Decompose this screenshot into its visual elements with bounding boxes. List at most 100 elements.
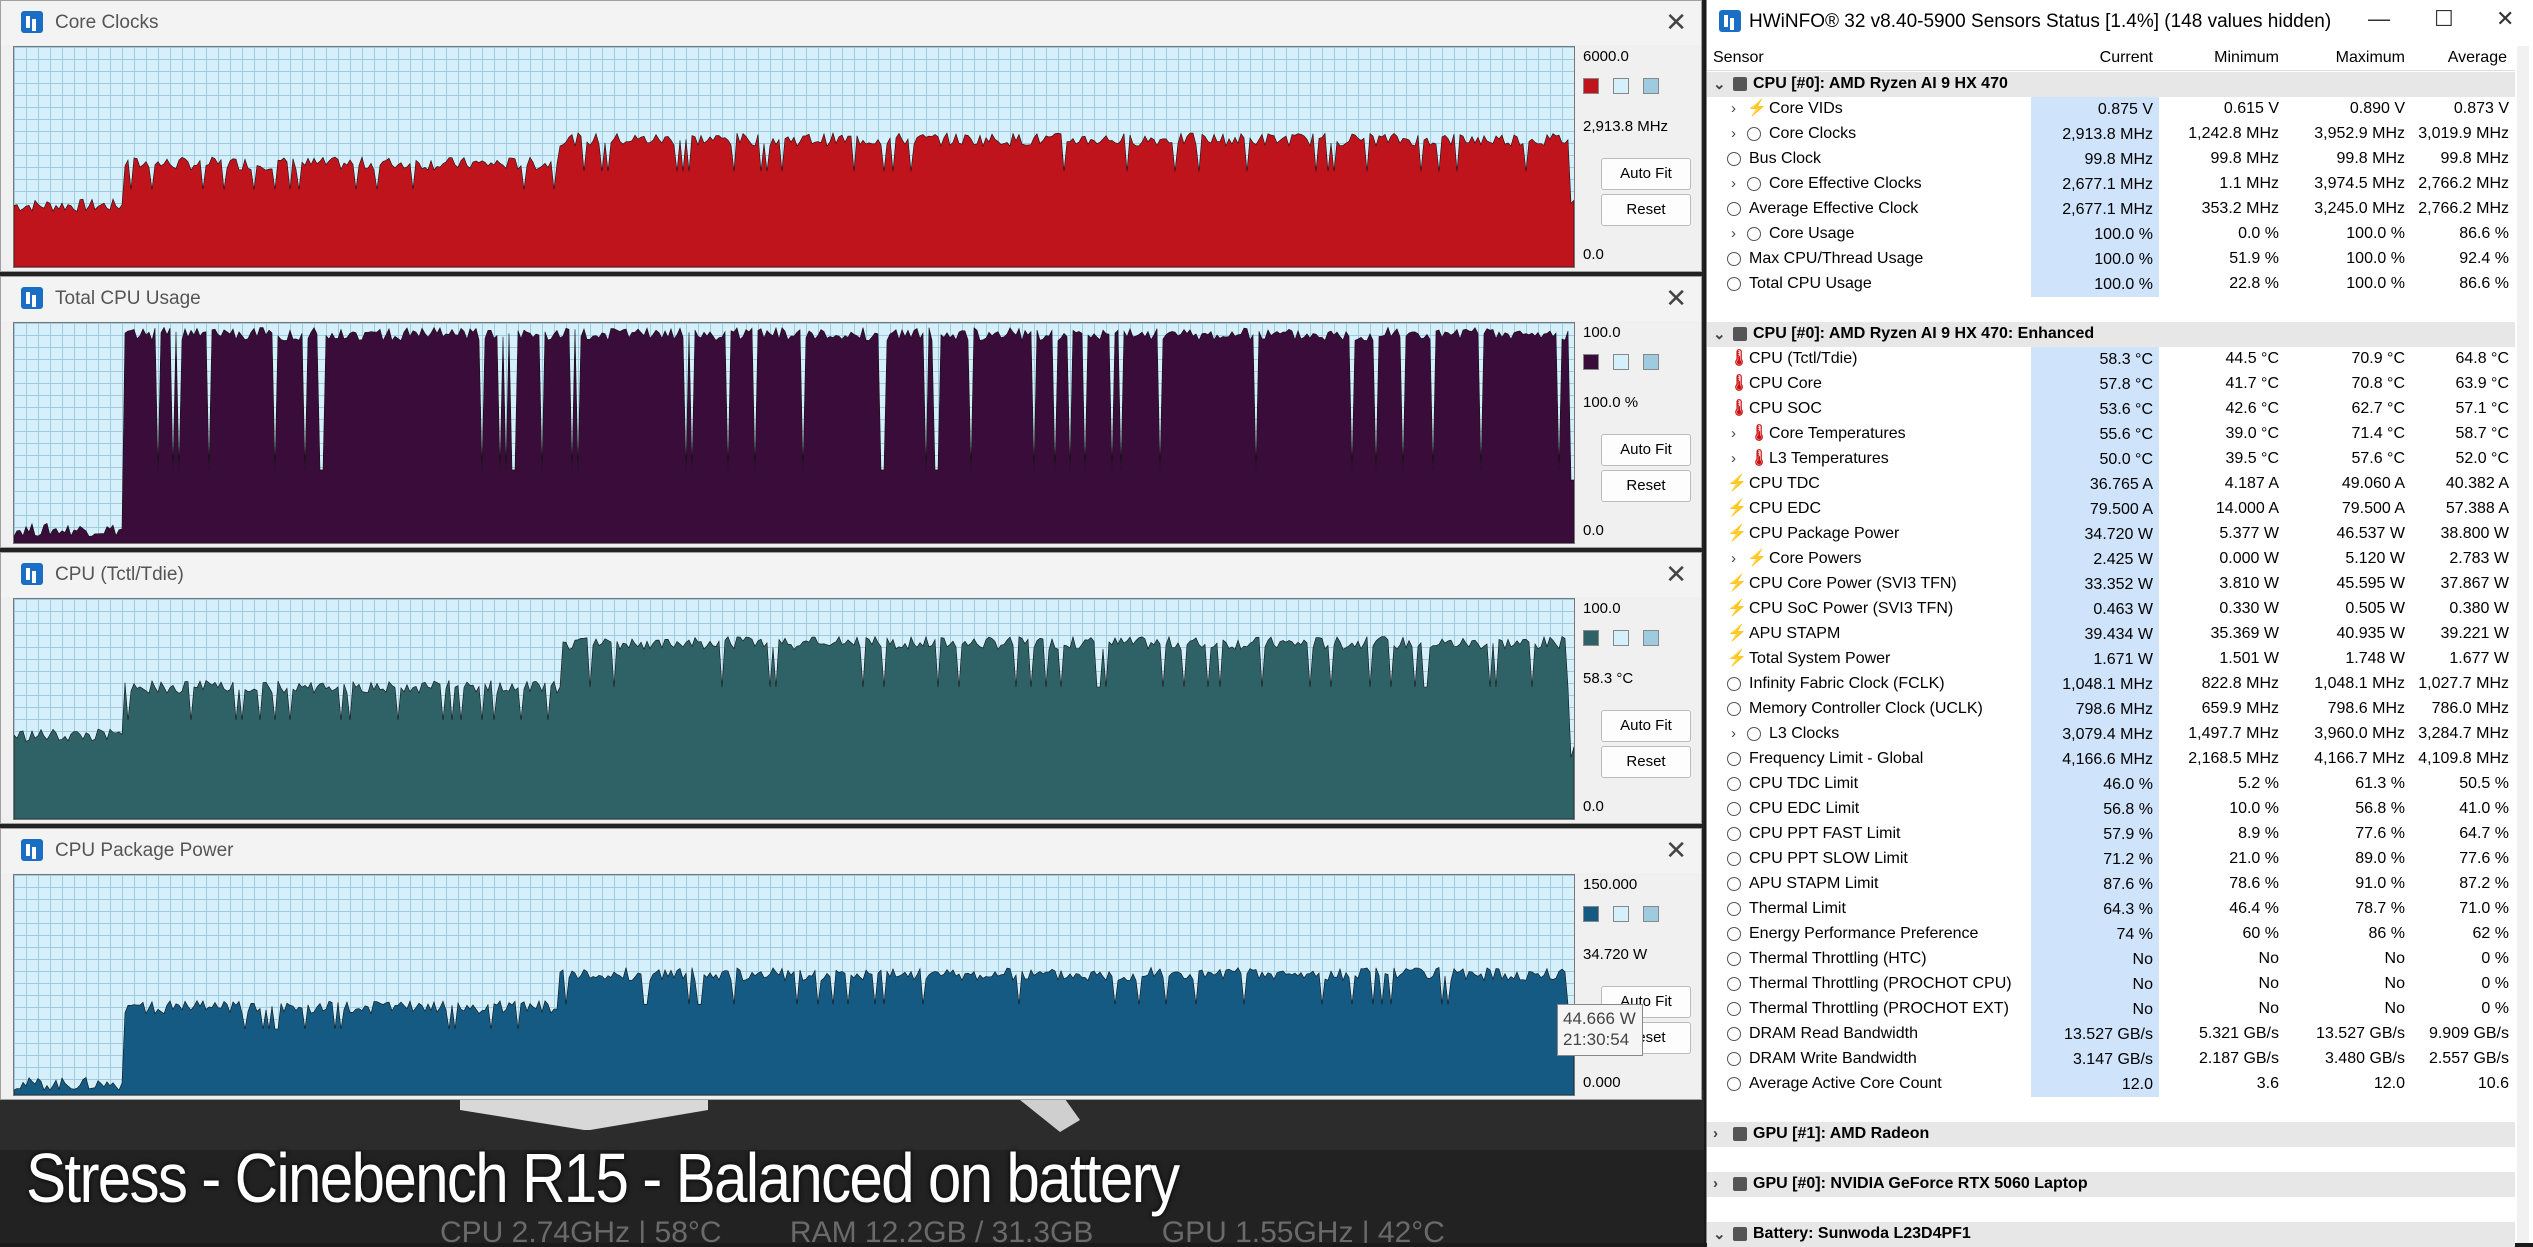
sensor-group-row[interactable]: › GPU [#1]: AMD Radeon — [1707, 1122, 2515, 1147]
graph-plot[interactable] — [13, 598, 1575, 820]
sensor-row[interactable]: ⚡ Total System Power 1.671 W 1.501 W 1.7… — [1707, 647, 2515, 672]
graph-bg-swatch[interactable] — [1613, 906, 1629, 922]
graph-grid-swatch[interactable] — [1643, 630, 1659, 646]
sensor-row[interactable]: CPU PPT SLOW Limit 71.2 % 21.0 % 89.0 % … — [1707, 847, 2515, 872]
sensor-row[interactable]: › ⚡ Core VIDs 0.875 V 0.615 V 0.890 V 0.… — [1707, 97, 2515, 122]
chevron-right-icon[interactable]: › — [1731, 550, 1736, 567]
maximize-icon[interactable]: ☐ — [2434, 6, 2454, 32]
graph-plot[interactable] — [13, 46, 1575, 268]
graph-bg-swatch[interactable] — [1613, 354, 1629, 370]
close-icon[interactable]: ✕ — [1665, 835, 1687, 866]
sensor-row[interactable]: APU STAPM Limit 87.6 % 78.6 % 91.0 % 87.… — [1707, 872, 2515, 897]
sensor-minimum: 5.377 W — [2219, 525, 2279, 542]
sensor-group-row[interactable]: ⌄ CPU [#0]: AMD Ryzen AI 9 HX 470: Enhan… — [1707, 322, 2515, 347]
sensor-row[interactable]: 🌡 CPU Core 57.8 °C 41.7 °C 70.8 °C 63.9 … — [1707, 372, 2515, 397]
sensor-row[interactable]: Bus Clock 99.8 MHz 99.8 MHz 99.8 MHz 99.… — [1707, 147, 2515, 172]
sensor-row[interactable]: › Core Effective Clocks 2,677.1 MHz 1.1 … — [1707, 172, 2515, 197]
hwinfo-titlebar[interactable]: HWiNFO® 32 v8.40-5900 Sensors Status [1.… — [1707, 0, 2533, 44]
sensor-row[interactable]: ⚡ CPU Package Power 34.720 W 5.377 W 46.… — [1707, 522, 2515, 547]
sensor-label: CPU Core — [1749, 375, 1822, 392]
sensor-row[interactable]: Max CPU/Thread Usage 100.0 % 51.9 % 100.… — [1707, 247, 2515, 272]
sensor-row[interactable]: › Core Usage 100.0 % 0.0 % 100.0 % 86.6 … — [1707, 222, 2515, 247]
sensor-row[interactable]: Average Active Core Count 12.0 3.6 12.0 … — [1707, 1072, 2515, 1097]
col-minimum[interactable]: Minimum — [2169, 49, 2279, 67]
sensor-group-row[interactable]: ⌄ Battery: Sunwoda L23D4PF1 — [1707, 1222, 2515, 1247]
chevron-right-icon[interactable]: › — [1731, 100, 1736, 117]
chevron-down-icon[interactable]: ⌄ — [1713, 1225, 1726, 1243]
sensor-row[interactable]: ⚡ APU STAPM 39.434 W 35.369 W 40.935 W 3… — [1707, 622, 2515, 647]
col-sensor[interactable]: Sensor — [1713, 49, 1764, 67]
graph-grid-swatch[interactable] — [1643, 906, 1659, 922]
sensor-row[interactable]: › ⚡ Core Powers 2.425 W 0.000 W 5.120 W … — [1707, 547, 2515, 572]
chevron-down-icon[interactable]: ⌄ — [1713, 325, 1726, 343]
auto-fit-button[interactable]: Auto Fit — [1601, 710, 1691, 742]
graph-bg-swatch[interactable] — [1613, 630, 1629, 646]
sensor-row[interactable]: ⚡ CPU SoC Power (SVI3 TFN) 0.463 W 0.330… — [1707, 597, 2515, 622]
sensor-label: Core Temperatures — [1769, 425, 1906, 442]
sensor-row[interactable]: Total CPU Usage 100.0 % 22.8 % 100.0 % 8… — [1707, 272, 2515, 297]
sensor-row[interactable]: DRAM Read Bandwidth 13.527 GB/s 5.321 GB… — [1707, 1022, 2515, 1047]
sensor-row[interactable]: Thermal Throttling (PROCHOT EXT) No No N… — [1707, 997, 2515, 1022]
sensor-row[interactable]: ⚡ CPU TDC 36.765 A 4.187 A 49.060 A 40.3… — [1707, 472, 2515, 497]
sensor-row[interactable]: Energy Performance Preference 74 % 60 % … — [1707, 922, 2515, 947]
graph-plot[interactable] — [13, 322, 1575, 544]
graph-plot[interactable] — [13, 874, 1575, 1096]
col-current[interactable]: Current — [2043, 49, 2153, 67]
graph-grid-swatch[interactable] — [1643, 78, 1659, 94]
minimize-icon[interactable]: — — [2368, 6, 2390, 32]
sensor-group-row[interactable]: ⌄ CPU [#0]: AMD Ryzen AI 9 HX 470 — [1707, 72, 2515, 97]
chevron-right-icon[interactable]: › — [1731, 225, 1736, 242]
reset-button[interactable]: Reset — [1601, 746, 1691, 778]
graph-color-swatch[interactable] — [1583, 630, 1599, 646]
graph-grid-swatch[interactable] — [1643, 354, 1659, 370]
sensor-group-row[interactable]: › GPU [#0]: NVIDIA GeForce RTX 5060 Lapt… — [1707, 1172, 2515, 1197]
close-icon[interactable]: ✕ — [2496, 6, 2514, 32]
graph-bg-swatch[interactable] — [1613, 78, 1629, 94]
graph-titlebar[interactable]: Total CPU Usage ✕ — [1, 277, 1701, 321]
reset-button[interactable]: Reset — [1601, 470, 1691, 502]
graph-titlebar[interactable]: Core Clocks ✕ — [1, 1, 1701, 45]
sensor-row[interactable]: › 🌡 Core Temperatures 55.6 °C 39.0 °C 71… — [1707, 422, 2515, 447]
scrollbar[interactable] — [2517, 46, 2529, 1243]
graph-color-swatch[interactable] — [1583, 78, 1599, 94]
chevron-right-icon[interactable]: › — [1731, 425, 1736, 442]
sensor-row[interactable]: 🌡 CPU (Tctl/Tdie) 58.3 °C 44.5 °C 70.9 °… — [1707, 347, 2515, 372]
sensor-row[interactable]: Thermal Throttling (HTC) No No No 0 % — [1707, 947, 2515, 972]
chevron-right-icon[interactable]: › — [1731, 175, 1736, 192]
chevron-right-icon[interactable]: › — [1713, 1175, 1718, 1192]
sensor-row[interactable]: › 🌡 L3 Temperatures 50.0 °C 39.5 °C 57.6… — [1707, 447, 2515, 472]
sensor-label: Average Active Core Count — [1749, 1075, 1942, 1092]
chevron-right-icon[interactable]: › — [1713, 1125, 1718, 1142]
sensor-row[interactable]: DRAM Write Bandwidth 3.147 GB/s 2.187 GB… — [1707, 1047, 2515, 1072]
chevron-right-icon[interactable]: › — [1731, 125, 1736, 142]
close-icon[interactable]: ✕ — [1665, 283, 1687, 314]
col-maximum[interactable]: Maximum — [2295, 49, 2405, 67]
sensor-row[interactable]: ⚡ CPU Core Power (SVI3 TFN) 33.352 W 3.8… — [1707, 572, 2515, 597]
sensor-row[interactable]: Infinity Fabric Clock (FCLK) 1,048.1 MHz… — [1707, 672, 2515, 697]
sensor-row[interactable]: Frequency Limit - Global 4,166.6 MHz 2,1… — [1707, 747, 2515, 772]
sensor-row[interactable]: Thermal Throttling (PROCHOT CPU) No No N… — [1707, 972, 2515, 997]
sensor-row[interactable]: CPU TDC Limit 46.0 % 5.2 % 61.3 % 50.5 % — [1707, 772, 2515, 797]
sensor-row[interactable]: › Core Clocks 2,913.8 MHz 1,242.8 MHz 3,… — [1707, 122, 2515, 147]
graph-color-swatch[interactable] — [1583, 354, 1599, 370]
sensor-row[interactable]: Memory Controller Clock (UCLK) 798.6 MHz… — [1707, 697, 2515, 722]
sensor-row[interactable]: Average Effective Clock 2,677.1 MHz 353.… — [1707, 197, 2515, 222]
close-icon[interactable]: ✕ — [1665, 7, 1687, 38]
col-average[interactable]: Average — [2407, 49, 2507, 67]
chevron-down-icon[interactable]: ⌄ — [1713, 75, 1726, 93]
sensor-row[interactable]: 🌡 CPU SOC 53.6 °C 42.6 °C 62.7 °C 57.1 °… — [1707, 397, 2515, 422]
reset-button[interactable]: Reset — [1601, 194, 1691, 226]
graph-color-swatch[interactable] — [1583, 906, 1599, 922]
chevron-right-icon[interactable]: › — [1731, 725, 1736, 742]
graph-titlebar[interactable]: CPU Package Power ✕ — [1, 829, 1701, 873]
sensor-row[interactable]: ⚡ CPU EDC 79.500 A 14.000 A 79.500 A 57.… — [1707, 497, 2515, 522]
close-icon[interactable]: ✕ — [1665, 559, 1687, 590]
chevron-right-icon[interactable]: › — [1731, 450, 1736, 467]
sensor-row[interactable]: Thermal Limit 64.3 % 46.4 % 78.7 % 71.0 … — [1707, 897, 2515, 922]
auto-fit-button[interactable]: Auto Fit — [1601, 434, 1691, 466]
graph-titlebar[interactable]: CPU (Tctl/Tdie) ✕ — [1, 553, 1701, 597]
sensor-row[interactable]: › L3 Clocks 3,079.4 MHz 1,497.7 MHz 3,96… — [1707, 722, 2515, 747]
sensor-row[interactable]: CPU EDC Limit 56.8 % 10.0 % 56.8 % 41.0 … — [1707, 797, 2515, 822]
auto-fit-button[interactable]: Auto Fit — [1601, 158, 1691, 190]
sensor-row[interactable]: CPU PPT FAST Limit 57.9 % 8.9 % 77.6 % 6… — [1707, 822, 2515, 847]
